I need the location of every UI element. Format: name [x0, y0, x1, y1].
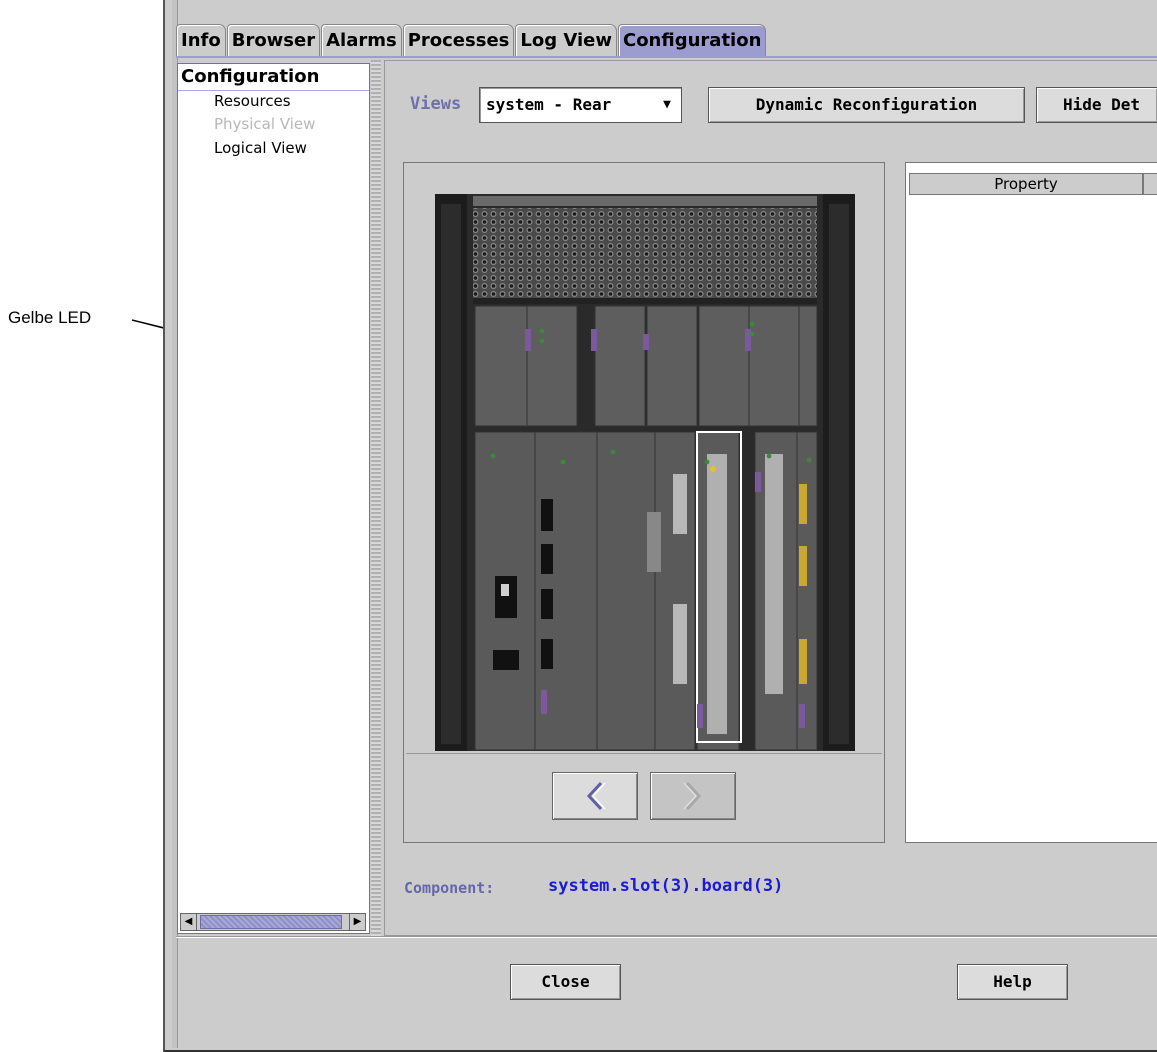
dynamic-reconfiguration-button[interactable]: Dynamic Reconfiguration — [708, 87, 1025, 123]
tree-horizontal-scrollbar[interactable]: ◀ ▶ — [180, 913, 366, 931]
tab-alarms[interactable]: Alarms — [321, 24, 402, 57]
bottom-separator — [176, 936, 1157, 938]
chevron-left-icon — [586, 781, 606, 811]
previous-view-button[interactable] — [552, 772, 638, 820]
scroll-right-arrow-icon[interactable]: ▶ — [349, 914, 365, 930]
tree-item-physical-view: Physical View — [214, 115, 316, 133]
scrollbar-thumb[interactable] — [200, 915, 342, 929]
value-column-header[interactable] — [1143, 173, 1157, 195]
configuration-tree: Configuration Resources Physical View Lo… — [177, 63, 370, 934]
tab-info[interactable]: Info — [176, 24, 226, 57]
tree-root-divider — [178, 90, 369, 91]
callout-label-yellow-led: Gelbe LED — [8, 308, 92, 327]
tab-processes[interactable]: Processes — [402, 24, 515, 57]
tree-item-logical-view[interactable]: Logical View — [214, 139, 307, 157]
views-label: Views — [410, 94, 462, 114]
tab-bar: Info Browser Alarms Processes Log View C… — [176, 24, 767, 57]
property-table: Property — [905, 162, 1157, 843]
views-dropdown[interactable]: system - Rear ▼ — [479, 87, 682, 123]
component-value: system.slot(3).board(3) — [548, 876, 784, 896]
yellow-led — [710, 466, 716, 472]
tab-log-view[interactable]: Log View — [515, 24, 617, 57]
views-dropdown-value: system - Rear — [486, 95, 612, 114]
tab-browser[interactable]: Browser — [226, 24, 321, 57]
close-button[interactable]: Close — [510, 964, 621, 1000]
tree-root-configuration[interactable]: Configuration — [181, 66, 319, 87]
view-navigation-bar — [406, 753, 882, 841]
scroll-left-arrow-icon[interactable]: ◀ — [181, 914, 197, 930]
split-pane-divider[interactable] — [371, 60, 381, 936]
help-button[interactable]: Help — [957, 964, 1068, 1000]
tree-item-resources[interactable]: Resources — [214, 92, 291, 110]
physical-view-panel — [403, 162, 885, 843]
tab-configuration[interactable]: Configuration — [617, 24, 767, 57]
property-column-header[interactable]: Property — [909, 173, 1143, 195]
tab-underline — [176, 56, 1157, 58]
component-label: Component: — [404, 879, 495, 897]
system-rear-chassis-image[interactable] — [435, 194, 855, 751]
hide-details-button[interactable]: Hide Det — [1036, 87, 1157, 123]
chevron-right-icon — [683, 781, 702, 811]
next-view-button — [650, 772, 736, 820]
chevron-down-icon: ▼ — [663, 97, 671, 112]
